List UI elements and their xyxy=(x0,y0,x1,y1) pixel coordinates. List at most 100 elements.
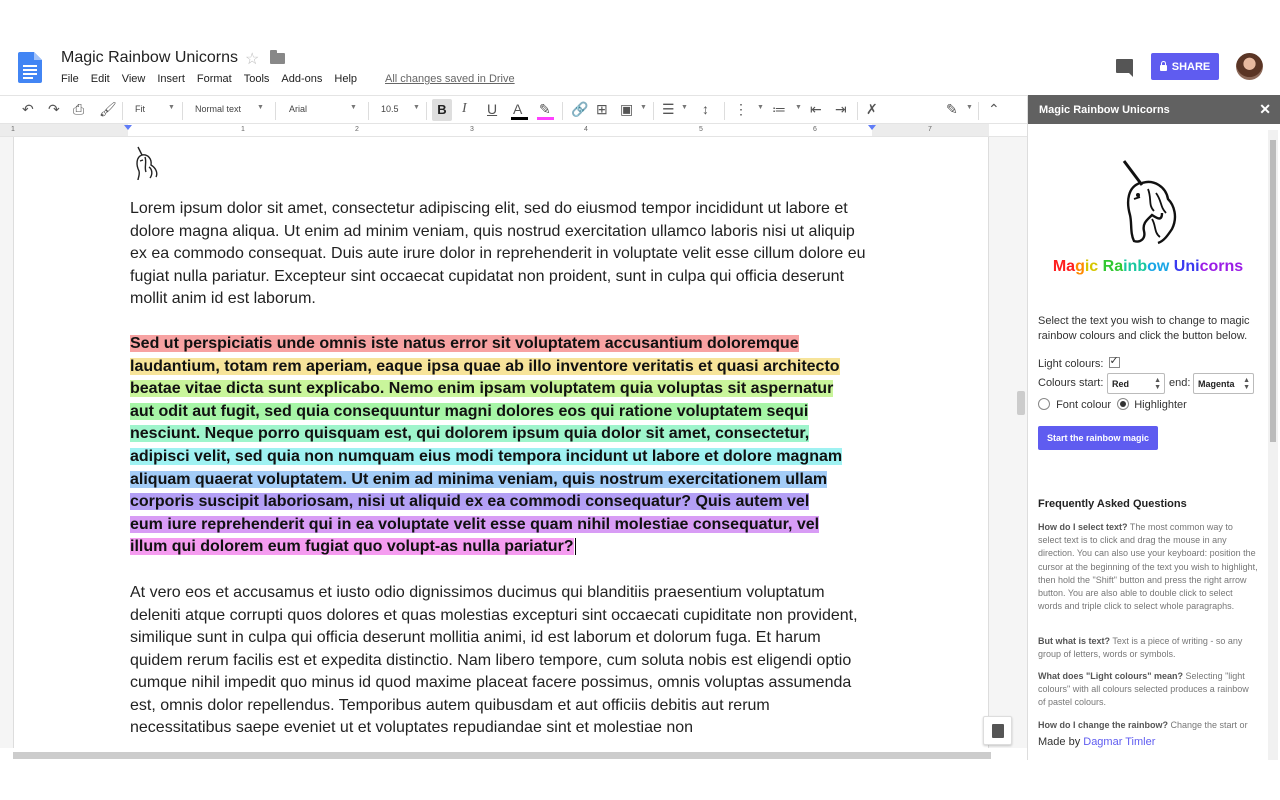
font-colour-radio[interactable] xyxy=(1038,398,1050,410)
divider xyxy=(857,102,858,120)
menu-view[interactable]: View xyxy=(122,73,146,85)
save-status[interactable]: All changes saved in Drive xyxy=(385,73,515,85)
document-page[interactable]: Lorem ipsum dolor sit amet, consectetur … xyxy=(13,137,989,748)
chevron-down-icon: ▼ xyxy=(795,104,802,111)
lock-icon xyxy=(1159,60,1167,71)
chevron-down-icon: ▼ xyxy=(966,104,973,111)
colour-mode-row: Font colour Highlighter xyxy=(1038,396,1187,413)
paragraph-1[interactable]: Lorem ipsum dolor sit amet, consectetur … xyxy=(130,198,875,311)
rainbow-heading-part: corns xyxy=(1199,258,1244,275)
faq-question: How do I select text? xyxy=(1038,522,1128,532)
undo-icon[interactable]: ↶ xyxy=(22,101,34,118)
share-button[interactable]: SHARE xyxy=(1151,53,1219,80)
menu-addons[interactable]: Add-ons xyxy=(281,73,322,85)
bold-button[interactable]: B xyxy=(432,99,452,121)
sidebar-header: Magic Rainbow Unicorns ✕ xyxy=(1028,95,1280,124)
author-link[interactable]: Dagmar Timler xyxy=(1083,736,1155,748)
editing-mode-icon[interactable]: ✎ xyxy=(946,101,958,118)
font-select[interactable]: Arial xyxy=(289,104,307,114)
document-title[interactable]: Magic Rainbow Unicorns xyxy=(61,49,238,67)
faq-question: How do I change the rainbow? xyxy=(1038,720,1169,730)
chevron-down-icon: ▼ xyxy=(757,104,764,111)
paragraph-3[interactable]: At vero eos et accusamus et iusto odio d… xyxy=(130,582,875,740)
clear-formatting-icon[interactable]: ✗ xyxy=(866,101,878,118)
rainbow-line-text: illum qui dolorem eum fugiat quo volupt-… xyxy=(130,538,574,556)
increase-indent-icon[interactable]: ⇥ xyxy=(835,101,847,118)
numbered-list-icon[interactable]: ⋮ xyxy=(734,101,748,118)
zoom-select[interactable]: Fit xyxy=(135,104,145,114)
light-colours-row: Light colours: xyxy=(1038,354,1120,372)
light-colours-checkbox[interactable] xyxy=(1108,354,1120,369)
menu-bar: File Edit View Insert Format Tools Add-o… xyxy=(61,73,369,85)
end-colour-value: Magenta xyxy=(1198,379,1235,389)
rainbow-paragraph[interactable]: Sed ut perspiciatis unde omnis iste natu… xyxy=(130,333,878,559)
comments-icon[interactable] xyxy=(1116,59,1133,77)
align-left-icon[interactable]: ☰ xyxy=(662,101,675,118)
start-rainbow-magic-button[interactable]: Start the rainbow magic xyxy=(1038,426,1158,450)
sidebar-title: Magic Rainbow Unicorns xyxy=(1039,104,1170,116)
style-select[interactable]: Normal text xyxy=(195,104,241,114)
add-comment-icon[interactable]: ⊞ xyxy=(596,101,608,118)
faq-answer: Change the start or xyxy=(1168,720,1248,730)
font-colour-label: Font colour xyxy=(1056,399,1112,411)
rainbow-line: eum iure reprehenderit qui in ea volupta… xyxy=(130,514,878,537)
ruler-margin-left xyxy=(0,124,128,136)
print-icon[interactable]: ⎙ xyxy=(73,101,84,118)
unicorn-logo xyxy=(1122,160,1177,245)
horizontal-scrollbar[interactable] xyxy=(13,752,991,759)
start-colour-select[interactable]: Red ▲ ▼ xyxy=(1107,373,1165,394)
rainbow-line: nesciunt. Neque porro quisquam est, qui … xyxy=(130,423,878,446)
redo-icon[interactable]: ↷ xyxy=(48,101,60,118)
star-icon[interactable]: ☆ xyxy=(245,49,259,69)
right-indent-marker[interactable] xyxy=(868,125,876,130)
end-label: end: xyxy=(1169,377,1191,389)
faq-question: What does "Light colours" mean? xyxy=(1038,671,1184,681)
menu-edit[interactable]: Edit xyxy=(91,73,110,85)
left-indent-marker[interactable] xyxy=(124,125,132,130)
menu-help[interactable]: Help xyxy=(334,73,357,85)
menu-tools[interactable]: Tools xyxy=(244,73,270,85)
rainbow-line-text: aut odit aut fugit, sed quia consequuntu… xyxy=(130,402,809,420)
divider xyxy=(653,102,654,120)
link-icon[interactable]: 🔗 xyxy=(571,101,588,118)
highlighter-radio[interactable] xyxy=(1117,398,1130,410)
divider xyxy=(724,102,725,120)
chevron-down-icon: ▼ xyxy=(168,104,175,111)
rainbow-heading-part: Uni xyxy=(1173,258,1200,275)
ruler-number: 1 xyxy=(241,126,245,133)
italic-button[interactable]: I xyxy=(462,101,467,117)
menu-file[interactable]: File xyxy=(61,73,79,85)
unicorn-image[interactable] xyxy=(130,145,160,181)
sidebar-scrollbar-thumb[interactable] xyxy=(1270,140,1276,442)
ruler[interactable]: 1 1 2 3 4 5 6 7 xyxy=(0,124,1027,137)
end-colour-select[interactable]: Magenta ▲ ▼ xyxy=(1193,373,1254,394)
chevron-up-icon[interactable]: ⌃ xyxy=(988,101,1000,118)
insert-image-icon[interactable]: ▣ xyxy=(620,101,633,118)
text-color-button[interactable]: A xyxy=(513,101,522,117)
rainbow-line: corporis suscipit laboriosam, nisi ut al… xyxy=(130,491,878,514)
underline-button[interactable]: U xyxy=(487,101,497,117)
rainbow-heading-part: inb xyxy=(1123,258,1148,275)
close-icon[interactable]: ✕ xyxy=(1259,101,1271,118)
line-spacing-icon[interactable]: ↕ xyxy=(702,101,709,117)
paint-format-icon[interactable]: 🖌 xyxy=(99,101,117,118)
rainbow-line-text: Sed ut perspiciatis unde omnis iste natu… xyxy=(130,335,799,352)
rainbow-line-text: beatae vitae dicta sunt explicabo. Nemo … xyxy=(130,380,834,398)
text-cursor xyxy=(574,538,576,556)
highlight-color-icon[interactable]: ✎ xyxy=(539,101,551,118)
made-by: Made by Dagmar Timler xyxy=(1038,736,1155,748)
vertical-scrollbar[interactable] xyxy=(1017,391,1025,415)
toolbar: ↶ ↷ ⎙ 🖌 Fit ▼ Normal text ▼ Arial ▼ 10.5… xyxy=(0,95,1027,124)
faq-item: How do I select text? The most common wa… xyxy=(1038,521,1258,613)
rainbow-line: beatae vitae dicta sunt explicabo. Nemo … xyxy=(130,378,878,401)
bulleted-list-icon[interactable]: ≔ xyxy=(772,101,786,118)
avatar[interactable] xyxy=(1236,53,1263,80)
docs-logo-icon[interactable] xyxy=(18,52,42,83)
explore-icon[interactable] xyxy=(983,716,1012,745)
menu-insert[interactable]: Insert xyxy=(157,73,185,85)
decrease-indent-icon[interactable]: ⇤ xyxy=(810,101,822,118)
rainbow-line: illum qui dolorem eum fugiat quo volupt-… xyxy=(130,536,878,559)
font-size-select[interactable]: 10.5 xyxy=(381,104,399,114)
folder-icon[interactable] xyxy=(270,50,285,64)
menu-format[interactable]: Format xyxy=(197,73,232,85)
